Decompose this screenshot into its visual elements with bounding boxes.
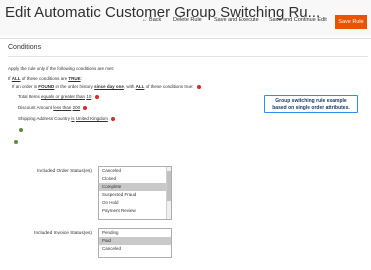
section-title-conditions: Conditions <box>8 44 42 51</box>
text: If an order is <box>12 84 38 89</box>
order-status-multiselect[interactable]: Canceled Closed Complete Suspected Fraud… <box>98 166 172 220</box>
list-option[interactable]: Paid <box>99 237 171 245</box>
text: If <box>8 76 11 81</box>
scrollbar-thumb[interactable] <box>167 171 171 201</box>
condition-total-items: Total Items equals or greater than 10 <box>18 94 99 99</box>
order-status-label: Included Order Status(es) <box>37 169 92 174</box>
remove-icon[interactable] <box>83 105 88 110</box>
save-rule-button[interactable]: Save Rule <box>335 15 367 29</box>
found-select[interactable]: FOUND <box>38 84 54 89</box>
condition-label: Shipping Address Country <box>18 116 71 121</box>
operator-select[interactable]: is <box>71 116 74 121</box>
list-option[interactable]: Closed <box>99 175 171 183</box>
text: of these conditions are <box>21 76 68 81</box>
condition-shipping-country: Shipping Address Country is United Kingd… <box>18 116 116 121</box>
condition-discount-amount: Discount Amount less than 200 <box>18 105 88 110</box>
condition-order-history: If an order is FOUND in the order histor… <box>12 84 201 89</box>
text: in the order history <box>55 84 93 89</box>
note-line-1: Group switching rule example <box>275 98 347 104</box>
list-option[interactable]: Canceled <box>99 245 171 253</box>
page-header: Edit Automatic Customer Group Switching … <box>0 0 371 36</box>
condition-label: Discount Amount <box>18 105 53 110</box>
note-line-2: based on single order attributes. <box>272 104 350 111</box>
add-condition-icon[interactable] <box>14 140 18 144</box>
list-option[interactable]: Suspected Fraud <box>99 191 171 199</box>
add-condition-icon[interactable] <box>19 128 23 132</box>
list-option[interactable]: Canceled <box>99 167 171 175</box>
value-select[interactable]: United Kingdom <box>76 116 108 121</box>
remove-icon[interactable] <box>111 116 116 121</box>
text: , with <box>123 84 135 89</box>
operator-select[interactable]: equals or greater than <box>41 94 85 99</box>
value-input[interactable]: 10 <box>86 94 91 99</box>
aggregator-select[interactable]: ALL <box>136 84 145 89</box>
operator-select[interactable]: less than <box>53 105 71 110</box>
annotation-note: Group switching rule example based on si… <box>264 95 358 113</box>
scrollbar[interactable] <box>166 167 171 219</box>
list-option[interactable]: Pending <box>99 229 171 237</box>
conditions-intro: Apply the rule only if the following con… <box>8 66 115 71</box>
list-option[interactable]: Payment Review <box>99 207 171 215</box>
text: of these conditions true: <box>145 84 194 89</box>
value-select[interactable]: TRUE <box>68 76 80 81</box>
save-and-continue-button[interactable]: Save and Continue Edit <box>269 17 327 23</box>
save-and-execute-button[interactable]: Save and Execute <box>214 17 259 23</box>
list-option[interactable]: Complete <box>99 183 171 191</box>
remove-icon[interactable] <box>94 94 99 99</box>
invoice-status-multiselect[interactable]: Pending Paid Canceled <box>98 228 172 258</box>
section-divider <box>8 56 368 57</box>
condition-root: If ALL of these conditions are TRUE: <box>8 76 82 81</box>
value-input[interactable]: 200 <box>73 105 81 110</box>
delete-rule-button[interactable]: Delete Rule <box>173 17 202 23</box>
invoice-status-label: Included Invoice Status(es) <box>34 231 92 236</box>
period-select[interactable]: since day one <box>94 84 124 89</box>
list-option[interactable]: On Hold <box>99 199 171 207</box>
condition-label: Total Items <box>18 94 40 99</box>
remove-icon[interactable] <box>196 84 201 89</box>
aggregator-select[interactable]: ALL <box>12 76 21 81</box>
back-button[interactable]: ← Back <box>142 17 161 23</box>
text: : <box>80 76 82 81</box>
header-divider <box>0 38 371 39</box>
